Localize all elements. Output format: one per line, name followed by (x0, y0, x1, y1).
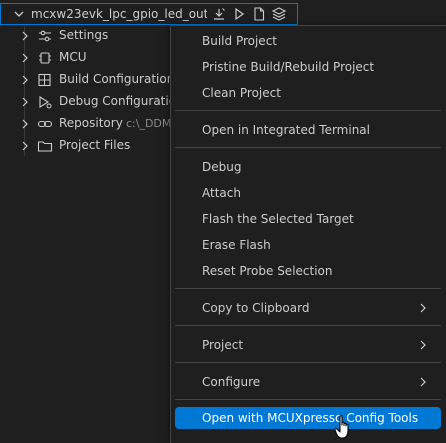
menu-separator (175, 325, 441, 326)
chevron-right-icon[interactable] (20, 73, 30, 87)
tree-item-debug-configurations[interactable]: Debug Configurations (0, 91, 172, 113)
menu-item-open-terminal[interactable]: Open in Integrated Terminal (175, 119, 441, 141)
menu-item-pristine-build[interactable]: Pristine Build/Rebuild Project (175, 56, 441, 78)
repository-path: c:\_DDM (126, 117, 172, 130)
layers-icon[interactable] (271, 6, 287, 22)
chevron-right-icon[interactable] (20, 95, 30, 109)
chevron-right-icon[interactable] (20, 139, 30, 153)
run-icon[interactable] (231, 6, 247, 22)
menu-item-flash-target[interactable]: Flash the Selected Target (175, 208, 441, 230)
tree-item-label: MCU (59, 50, 87, 64)
menu-item-build-project[interactable]: Build Project (175, 30, 441, 52)
tree-item-repository[interactable]: Repository c:\_DDM (0, 113, 172, 135)
tree-item-label: Project Files (59, 138, 131, 152)
chevron-down-icon[interactable] (13, 6, 25, 22)
chevron-right-icon[interactable] (20, 51, 30, 65)
context-menu: Build Project Pristine Build/Rebuild Pro… (170, 25, 446, 443)
menu-item-configure[interactable]: Configure (175, 371, 441, 393)
tree-item-settings[interactable]: Settings (0, 25, 172, 47)
menu-item-debug[interactable]: Debug (175, 156, 441, 178)
project-name: mcxw23evk_lpc_gpio_led_out... (31, 7, 207, 21)
menu-separator (175, 147, 441, 148)
tree-item-mcu[interactable]: MCU (0, 47, 172, 69)
folder-icon (37, 141, 53, 152)
menu-item-erase-flash[interactable]: Erase Flash (175, 234, 441, 256)
chevron-right-icon (420, 377, 426, 387)
debug-icon[interactable] (211, 6, 227, 22)
chevron-right-icon[interactable] (20, 29, 30, 43)
menu-item-copy-clipboard[interactable]: Copy to Clipboard (175, 297, 441, 319)
menu-item-attach[interactable]: Attach (175, 182, 441, 204)
debug-config-icon (39, 96, 52, 109)
menu-item-reset-probe[interactable]: Reset Probe Selection (175, 260, 441, 282)
menu-item-project[interactable]: Project (175, 334, 441, 356)
link-icon (37, 120, 53, 128)
chevron-right-icon (420, 340, 426, 350)
file-icon[interactable] (251, 6, 267, 22)
hand-pointer-icon (334, 415, 349, 439)
menu-separator (175, 399, 441, 400)
tree-item-build-configurations[interactable]: Build Configurations (0, 69, 172, 91)
tree-item-label: Debug Configurations (59, 94, 172, 108)
chevron-right-icon[interactable] (20, 117, 30, 131)
tree-item-label: Repository (59, 116, 123, 130)
tree-item-project-files[interactable]: Project Files (0, 135, 172, 157)
menu-separator (175, 362, 441, 363)
menu-separator (175, 288, 441, 289)
tree-item-label: Build Configurations (59, 72, 172, 86)
menu-separator (175, 110, 441, 111)
chevron-right-icon (420, 303, 426, 313)
tree-item-label: Settings (59, 28, 109, 42)
build-config-icon (38, 73, 51, 87)
menu-item-clean-project[interactable]: Clean Project (175, 82, 441, 104)
tree-root-project[interactable]: mcxw23evk_lpc_gpio_led_out... (0, 3, 298, 25)
settings-icon (39, 30, 51, 42)
chip-icon (39, 52, 51, 64)
menu-item-open-config-tools[interactable]: Open with MCUXpresso Config Tools (175, 407, 441, 429)
